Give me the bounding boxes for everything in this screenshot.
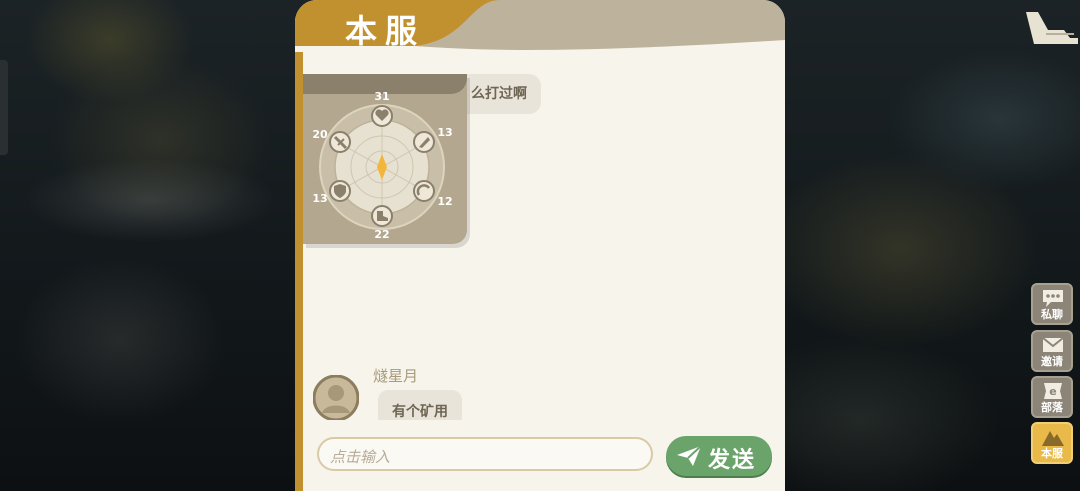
side-tab-label: 邀请 bbox=[1041, 355, 1063, 368]
spiral-stat-icon bbox=[413, 180, 435, 202]
side-tab-label: 私聊 bbox=[1041, 308, 1063, 321]
stat-value-top: 31 bbox=[374, 90, 389, 103]
stat-value-lower-right: 12 bbox=[437, 195, 452, 208]
stat-value-bottom: 22 bbox=[374, 228, 389, 241]
page-title: 本服 bbox=[345, 12, 426, 50]
input-placeholder: 点击输入 bbox=[330, 448, 391, 466]
avatar[interactable] bbox=[313, 375, 359, 420]
back-chevron-icon[interactable] bbox=[1024, 10, 1080, 44]
chat-input[interactable]: 点击输入 bbox=[317, 437, 653, 471]
paper-plane-icon bbox=[677, 445, 702, 466]
sender-name[interactable]: 燧星月 bbox=[373, 365, 418, 386]
message-bubble: 有个矿用 bbox=[378, 390, 462, 420]
heart-stat-icon bbox=[371, 105, 393, 127]
chat-panel: 本服 么打过啊 31 13 12 22 13 20 燧星月 有个矿用 点击输入 … bbox=[295, 0, 785, 491]
side-tab-private-chat[interactable]: 私聊 bbox=[1031, 283, 1073, 325]
left-edge-handle bbox=[0, 60, 8, 155]
svg-text:e: e bbox=[1049, 385, 1056, 398]
tribe-flag-icon: e bbox=[1044, 383, 1062, 399]
chat-messages[interactable]: 么打过啊 31 13 12 22 13 20 燧星月 有个矿用 bbox=[303, 52, 785, 420]
panel-left-accent bbox=[295, 40, 303, 491]
stat-value-lower-left: 13 bbox=[312, 192, 327, 205]
radar-chart: 31 13 12 22 13 20 bbox=[312, 90, 452, 241]
stat-value-upper-left: 20 bbox=[312, 128, 328, 141]
claw-stat-icon bbox=[413, 131, 435, 153]
side-tab-label: 部落 bbox=[1041, 401, 1063, 414]
mountain-icon bbox=[1042, 431, 1064, 446]
send-button[interactable]: 发送 bbox=[666, 436, 772, 476]
sword-stat-icon bbox=[329, 131, 351, 153]
send-button-label: 发送 bbox=[708, 448, 757, 473]
side-tab-tribe[interactable]: e 部落 bbox=[1031, 376, 1073, 418]
stat-value-upper-right: 13 bbox=[437, 126, 452, 139]
stats-radar-card[interactable]: 31 13 12 22 13 20 bbox=[303, 74, 467, 244]
side-tab-label: 本服 bbox=[1041, 447, 1063, 460]
side-tab-invite[interactable]: 邀请 bbox=[1031, 330, 1073, 372]
side-tab-server[interactable]: 本服 bbox=[1031, 422, 1073, 464]
boot-stat-icon bbox=[371, 205, 393, 227]
shield-stat-icon bbox=[329, 180, 351, 202]
chat-bubble-icon bbox=[1043, 290, 1063, 307]
envelope-icon bbox=[1042, 337, 1064, 352]
